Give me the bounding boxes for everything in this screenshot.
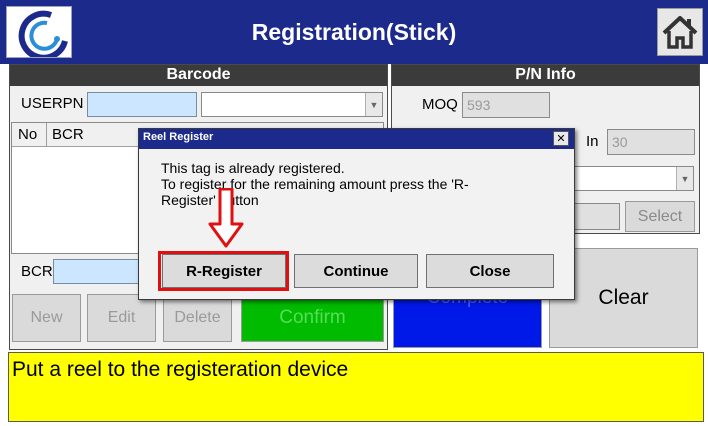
bcr-input[interactable] [53,259,143,284]
continue-button[interactable]: Continue [294,254,418,288]
r-register-highlight [158,251,289,291]
pn-select-field [574,203,620,230]
close-button[interactable]: Close [426,254,554,288]
home-icon [662,16,698,49]
delete-button[interactable]: Delete [163,294,232,342]
in-label: In [586,133,599,150]
home-button[interactable] [657,8,703,56]
column-header-bcr: BCR [52,126,84,143]
status-bar: Put a reel to the registeration device [8,352,704,422]
company-logo [6,6,72,58]
userpn-input[interactable] [87,92,197,117]
column-header-no: No [18,126,38,143]
confirm-button[interactable]: Confirm [241,294,384,342]
userpn-combo[interactable]: ▼ [201,92,383,117]
close-icon[interactable]: ✕ [553,131,569,146]
chevron-down-icon[interactable]: ▼ [365,93,382,116]
in-field: 30 [607,129,695,155]
chevron-down-icon[interactable]: ▼ [676,167,693,190]
dialog-title: Reel Register [143,131,214,143]
select-button[interactable]: Select [625,201,695,232]
new-button[interactable]: New [12,294,81,342]
barcode-panel-title: Barcode [10,65,387,86]
bcr-label: BCR [21,263,53,280]
status-message: Put a reel to the registeration device [12,358,349,381]
dialog-message-line: This tag is already registered. [161,160,345,176]
page-title: Registration(Stick) [251,18,457,45]
arrow-down-icon [208,188,244,248]
pn-combo[interactable]: ▼ [574,166,694,191]
moq-label: MOQ [422,96,458,113]
userpn-label: USERPN [21,95,84,112]
pn-info-panel-title: P/N Info [392,65,699,86]
edit-button[interactable]: Edit [87,294,156,342]
column-divider [46,123,47,147]
moq-field: 593 [462,92,550,118]
